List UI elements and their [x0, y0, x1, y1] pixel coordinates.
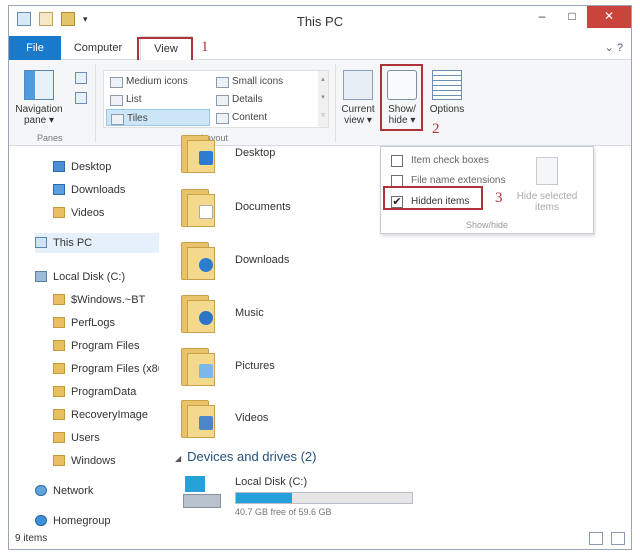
drive-usage-bar	[235, 492, 413, 504]
videos-icon	[53, 207, 65, 218]
title-bar: ▾ This PC – □ ✕	[9, 6, 631, 36]
folder-icon	[53, 455, 65, 466]
item-count: 9 items	[15, 533, 48, 544]
disk-icon	[35, 271, 47, 282]
homegroup-icon	[35, 515, 47, 526]
layout-scrollbar[interactable]: ▴ ▾ ▿	[318, 71, 328, 127]
item-check-boxes-checkbox[interactable]	[391, 155, 403, 167]
status-bar: 9 items	[9, 529, 631, 549]
nav-item-network[interactable]: Network	[35, 481, 93, 501]
desktop-folder-icon	[181, 135, 217, 173]
downloads-folder-icon	[181, 242, 217, 280]
collapse-triangle-icon: ◢	[175, 454, 182, 463]
current-view-icon	[343, 70, 373, 100]
panes-group-label: Panes	[37, 133, 63, 143]
details-view-icon[interactable]	[589, 532, 603, 545]
nav-item-videos[interactable]: Videos	[53, 203, 104, 223]
tab-file[interactable]: File	[9, 36, 61, 60]
minimize-button[interactable]: –	[527, 6, 557, 28]
navigation-pane-icon	[24, 70, 54, 100]
this-pc-icon	[35, 237, 47, 248]
folder-icon	[53, 409, 65, 420]
nav-item-perflogs[interactable]: PerfLogs	[53, 313, 115, 333]
annotation-box-show-hide	[380, 64, 423, 131]
drive-usage-fill	[236, 493, 293, 503]
nav-item-windows[interactable]: Windows	[53, 451, 116, 471]
hide-selected-items-button[interactable]: Hide selected items	[509, 157, 585, 213]
large-icons-view-icon[interactable]	[611, 532, 625, 545]
devices-section-header[interactable]: ◢ Devices and drives (2)	[175, 449, 316, 464]
view-switcher	[589, 532, 625, 545]
local-disk-icon	[183, 476, 221, 510]
ribbon-help-controls[interactable]: ⌄ ?	[605, 41, 623, 54]
folder-item-videos[interactable]: Videos	[167, 398, 607, 448]
downloads-icon	[53, 184, 65, 195]
annotation-box-hidden-items	[383, 186, 483, 210]
folder-icon	[53, 317, 65, 328]
nav-item-recovery-image[interactable]: RecoveryImage	[53, 405, 148, 425]
network-icon	[35, 485, 47, 496]
nav-item-users[interactable]: Users	[53, 428, 100, 448]
layout-medium-icons[interactable]: Medium icons	[106, 73, 210, 90]
nav-item-windows-bt[interactable]: $Windows.~BT	[53, 290, 145, 310]
maximize-button[interactable]: □	[557, 6, 587, 28]
window-controls: – □ ✕	[527, 6, 631, 28]
folder-icon	[53, 432, 65, 443]
folder-icon	[53, 386, 65, 397]
ribbon-separator	[95, 64, 96, 142]
current-view-button[interactable]: Current view ▾	[339, 70, 377, 126]
explorer-window: ▾ This PC – □ ✕ File Computer View ⌄ ? 1…	[8, 5, 632, 550]
annotation-3: 3	[495, 190, 503, 206]
ribbon-tabs: File Computer View ⌄ ?	[9, 36, 631, 61]
navigation-pane-button[interactable]: Navigation pane ▾	[13, 70, 65, 126]
close-button[interactable]: ✕	[587, 6, 631, 28]
annotation-1: 1	[201, 39, 209, 55]
options-icon	[432, 70, 462, 100]
preview-pane-icon[interactable]	[75, 72, 87, 84]
folder-item-pictures[interactable]: Pictures	[167, 346, 607, 396]
nav-item-downloads[interactable]: Downloads	[53, 180, 125, 200]
folder-icon	[53, 340, 65, 351]
hide-selected-icon	[536, 157, 558, 185]
show-hide-group-label: Show/hide	[465, 220, 509, 230]
videos-folder-icon	[181, 400, 217, 438]
navigation-pane-label: Navigation pane ▾	[15, 104, 63, 126]
nav-item-program-files[interactable]: Program Files	[53, 336, 139, 356]
nav-item-this-pc[interactable]: This PC	[35, 233, 159, 253]
layout-small-icons[interactable]: Small icons	[212, 73, 316, 90]
folder-icon	[53, 363, 65, 374]
ribbon-separator	[335, 64, 336, 142]
folder-icon	[53, 294, 65, 305]
nav-item-programdata[interactable]: ProgramData	[53, 382, 136, 402]
options-label: Options	[429, 104, 465, 115]
folder-item-music[interactable]: Music	[167, 293, 607, 343]
nav-item-homegroup[interactable]: Homegroup	[35, 511, 110, 531]
item-check-boxes-option[interactable]: Item check boxes	[391, 153, 489, 169]
options-button[interactable]: Options	[427, 70, 467, 115]
layout-gallery: Medium icons Small icons List Details Ti…	[103, 70, 329, 128]
layout-list[interactable]: List	[106, 91, 210, 108]
music-folder-icon	[181, 295, 217, 333]
nav-item-desktop[interactable]: Desktop	[53, 157, 111, 177]
layout-content[interactable]: Content	[212, 109, 316, 126]
tab-computer[interactable]: Computer	[67, 36, 129, 60]
navigation-pane: Desktop Downloads Videos This PC Local D…	[9, 147, 159, 527]
layout-tiles[interactable]: Tiles	[106, 109, 210, 126]
folder-item-downloads[interactable]: Downloads	[167, 240, 607, 290]
drive-item-local-disk[interactable]: Local Disk (C:) 40.7 GB free of 59.6 GB	[183, 472, 623, 520]
current-view-label: Current view ▾	[341, 104, 375, 126]
documents-folder-icon	[181, 189, 217, 227]
pictures-folder-icon	[181, 348, 217, 386]
layout-details[interactable]: Details	[212, 91, 316, 108]
nav-item-local-disk[interactable]: Local Disk (C:)	[35, 267, 125, 287]
nav-item-program-files-x86[interactable]: Program Files (x86)	[53, 359, 159, 379]
details-pane-icon[interactable]	[75, 92, 87, 104]
desktop-icon	[53, 161, 65, 172]
